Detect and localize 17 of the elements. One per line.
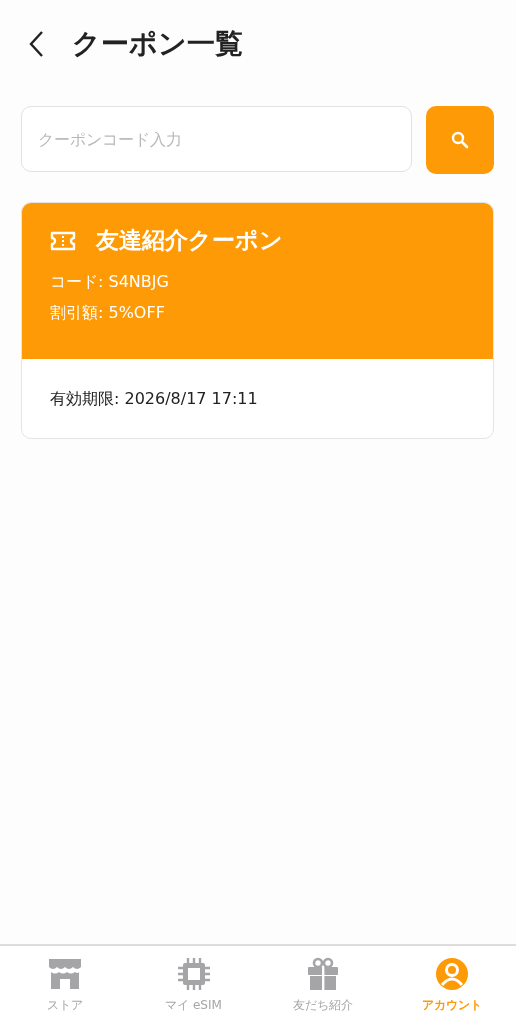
gift-icon: [305, 956, 340, 991]
storefront-icon: [46, 956, 83, 991]
nav-tab[interactable]: 友だち紹介: [258, 946, 387, 1024]
account-icon: [434, 956, 469, 991]
coupon-code: コード: S4NBJG: [50, 272, 170, 293]
page-title: クーポン一覧: [72, 26, 243, 62]
nav-tab[interactable]: マイ eSIM: [129, 946, 258, 1024]
nav-tab[interactable]: アカウント: [387, 946, 516, 1024]
expiry-date: 有効期限: 2026/8/17 17:11: [50, 389, 258, 408]
coupon-discount: 割引額: 5%OFF: [50, 303, 166, 324]
back-icon[interactable]: [28, 30, 44, 58]
search-icon: [451, 131, 469, 149]
coupon-title: 友達紹介クーポン: [96, 226, 283, 255]
chip-icon: [176, 956, 211, 991]
coupon-code-field[interactable]: クーポンコード入力: [21, 106, 412, 172]
nav-tab[interactable]: ストア: [0, 946, 129, 1024]
ticket-icon: [50, 230, 76, 251]
